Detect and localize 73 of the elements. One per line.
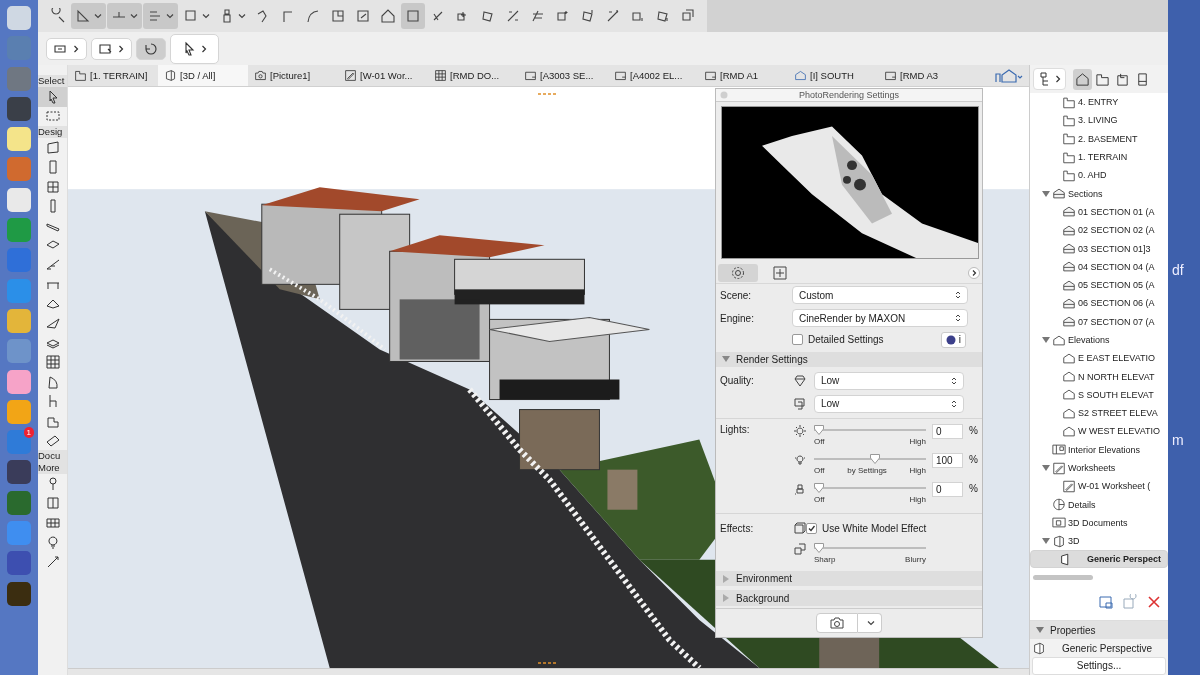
- toolbox-group-header[interactable]: Docu: [38, 450, 67, 462]
- section-title: Render Settings: [736, 353, 808, 365]
- tree-item[interactable]: 1. TERRAIN: [1030, 147, 1168, 167]
- tree-item[interactable]: 3D: [1030, 532, 1168, 551]
- checkbox-label: Use White Model Effect: [822, 522, 927, 534]
- slider-label: High: [909, 466, 926, 476]
- tree-item[interactable]: 02 SECTION 02 (A: [1030, 221, 1168, 240]
- field-label: Engine:: [720, 312, 755, 324]
- tree-item[interactable]: E EAST ELEVATIO: [1030, 349, 1168, 368]
- view-name: Generic Perspective: [1060, 642, 1153, 654]
- palette-title: PhotoRendering Settings: [797, 89, 901, 100]
- notification-badge: 1: [23, 427, 34, 439]
- tree-item[interactable]: W-01 Worksheet (: [1030, 477, 1168, 496]
- toolbox-group-header[interactable]: More: [38, 462, 67, 474]
- slider-label: Off: [814, 466, 825, 476]
- tree-item[interactable]: N NORTH ELEVAT: [1030, 367, 1168, 386]
- quality-dropdown[interactable]: Low: [814, 394, 964, 413]
- unit-label: %: [969, 482, 978, 497]
- tree-item[interactable]: 04 SECTION 04 (A: [1030, 257, 1168, 276]
- section-title: Background: [736, 592, 790, 604]
- slider-label: by Settings: [847, 466, 887, 476]
- unit-label: %: [969, 424, 978, 438]
- tree-item[interactable]: 3. LIVING: [1030, 111, 1168, 130]
- tree-item[interactable]: 03 SECTION 01]3: [1030, 239, 1168, 258]
- tree-item[interactable]: 05 SECTION 05 (A: [1030, 275, 1168, 295]
- field-label: Quality:: [720, 375, 755, 387]
- tree-item[interactable]: Elevations: [1030, 330, 1168, 350]
- unit-label: %: [969, 453, 978, 468]
- checkbox-label: Detailed Settings: [808, 334, 884, 345]
- percent-input[interactable]: 0: [932, 424, 963, 439]
- properties-header[interactable]: Properties: [1030, 621, 1168, 639]
- slider-label: High: [909, 495, 926, 505]
- field-label: Lights:: [720, 424, 751, 435]
- tree-item[interactable]: 06 SECTION 06 (A: [1030, 294, 1168, 313]
- desktop-file-label[interactable]: m: [1172, 432, 1184, 448]
- engine-dropdown[interactable]: CineRender by MAXON: [792, 309, 968, 327]
- settings-button[interactable]: Settings...: [1032, 657, 1166, 675]
- field-label: Effects:: [720, 522, 755, 534]
- tree-item[interactable]: Details: [1030, 495, 1168, 514]
- tree-item[interactable]: 01 SECTION 01 (A: [1030, 202, 1168, 222]
- slider-label: Off: [814, 495, 825, 505]
- quality-dropdown[interactable]: Low: [814, 371, 964, 390]
- tree-item[interactable]: 0. AHD: [1030, 166, 1168, 185]
- section-header[interactable]: Environment: [716, 570, 982, 587]
- engine-info-button[interactable]: i: [940, 331, 966, 348]
- section-header[interactable]: Render Settings: [716, 351, 982, 368]
- tree-item[interactable]: W WEST ELEVATIO: [1030, 422, 1168, 441]
- section-title: Environment: [736, 573, 793, 585]
- app-icon[interactable]: 1: [7, 430, 31, 455]
- percent-input[interactable]: 0: [932, 482, 963, 498]
- tree-item[interactable]: 2. BASEMENT: [1030, 129, 1168, 148]
- slider-label: Off: [814, 437, 825, 446]
- tree-item[interactable]: 4. ENTRY: [1030, 93, 1168, 112]
- section-header[interactable]: Background: [716, 590, 982, 606]
- scene-dropdown[interactable]: Custom: [792, 286, 968, 304]
- tree-item[interactable]: Worksheets: [1030, 458, 1168, 478]
- toolbox-group-header[interactable]: Desig: [38, 126, 67, 138]
- tree-item[interactable]: 3D Documents: [1030, 513, 1168, 533]
- slider-label: High: [909, 437, 926, 446]
- tree-item[interactable]: S2 STREET ELEVA: [1030, 404, 1168, 423]
- tree-item[interactable]: Sections: [1030, 184, 1168, 203]
- field-label: Scene:: [720, 289, 753, 301]
- desktop-file-label[interactable]: df: [1172, 262, 1184, 278]
- tree-item[interactable]: 07 SECTION 07 (A: [1030, 312, 1168, 331]
- section-title: Properties: [1050, 624, 1096, 636]
- tree-item[interactable]: Generic Perspect: [1030, 550, 1168, 569]
- tree-item[interactable]: S SOUTH ELEVAT: [1030, 385, 1168, 405]
- tree-item[interactable]: Interior Elevations: [1030, 440, 1168, 459]
- toolbox-group-header[interactable]: Select: [38, 75, 67, 87]
- slider-label: Sharp: [814, 554, 836, 564]
- view-tab[interactable]: [3D / All]: [158, 65, 248, 86]
- percent-input[interactable]: 100: [932, 453, 963, 469]
- slider-label: Blurry: [905, 554, 926, 564]
